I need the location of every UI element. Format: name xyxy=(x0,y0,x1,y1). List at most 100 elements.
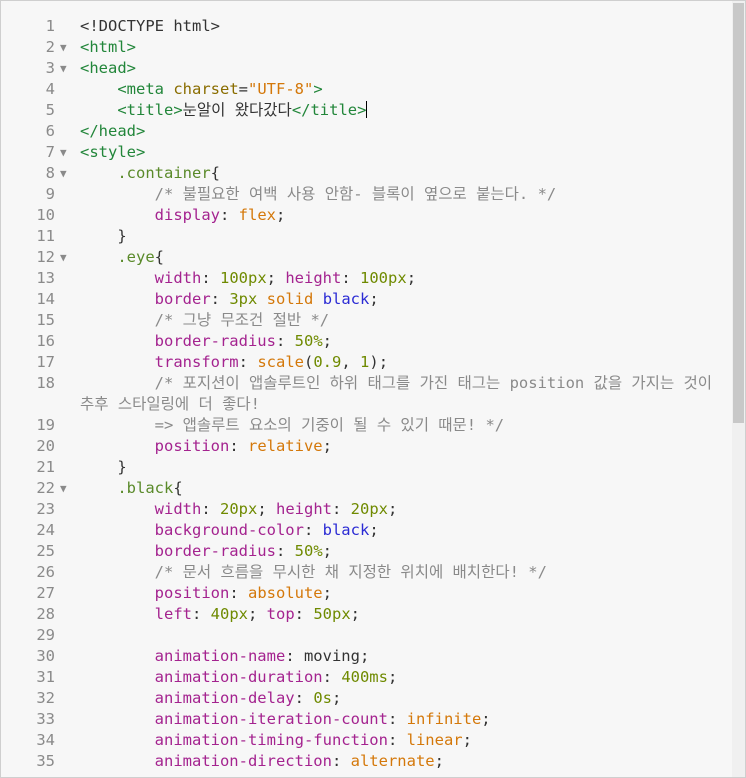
fold-arrow-icon[interactable]: ▼ xyxy=(60,142,67,163)
code-token: 20px xyxy=(220,500,258,518)
code-line[interactable]: 9 /* 불필요한 여백 사용 안함- 블록이 옆으로 붙는다. */ xyxy=(1,184,731,205)
code-token: /* 포지션이 앱솔루트인 하위 태그를 가진 태그는 position 값을 … xyxy=(80,374,722,413)
code-line[interactable]: 10 display: flex; xyxy=(1,205,731,226)
code-token: absolute xyxy=(247,584,323,602)
code-text: .black{ xyxy=(80,478,731,499)
code-token: : xyxy=(229,584,248,602)
code-token: ; xyxy=(331,689,342,707)
code-line[interactable]: 3 ▼ <head> xyxy=(1,58,731,79)
code-line[interactable]: 14 border: 3px solid black; xyxy=(1,289,731,310)
fold-arrow-icon[interactable]: ▼ xyxy=(60,247,67,268)
code-line[interactable]: 1 <!DOCTYPE html> xyxy=(1,16,731,37)
code-text: position: absolute; xyxy=(80,583,731,604)
code-token: ; xyxy=(462,731,472,749)
code-line[interactable]: 4 <meta charset="UTF-8"> xyxy=(1,79,731,100)
code-text: /* 포지션이 앱솔루트인 하위 태그를 가진 태그는 position 값을 … xyxy=(80,373,731,415)
code-line[interactable]: 30 animation-name: moving; xyxy=(1,646,731,667)
line-number: 10 xyxy=(36,206,55,224)
code-line[interactable]: 7 ▼ <style> xyxy=(1,142,731,163)
scrollbar-thumb[interactable] xyxy=(733,3,744,423)
code-token: ; xyxy=(388,500,398,518)
code-token: : xyxy=(387,710,407,728)
line-number: 21 xyxy=(36,458,55,476)
code-line[interactable]: 24 background-color: black; xyxy=(1,520,731,541)
code-lines[interactable]: 1 <!DOCTYPE html> 2 ▼ <html> 3 ▼ <head> 4 <meta … xyxy=(1,16,731,772)
code-token: ; xyxy=(434,752,444,770)
line-number: 26 xyxy=(36,563,55,581)
code-token: ; xyxy=(247,605,267,623)
fold-arrow-icon[interactable]: ▼ xyxy=(60,478,67,499)
code-line[interactable]: 19 => 앱솔루트 요소의 기중이 될 수 있기 때문! */ xyxy=(1,415,731,436)
code-line[interactable]: 23 width: 20px; height: 20px; xyxy=(1,499,731,520)
code-line[interactable]: 26 /* 문서 흐름을 무시한 채 지정한 위치에 배치한다! */ xyxy=(1,562,731,583)
code-line[interactable]: 25 border-radius: 50%; xyxy=(1,541,731,562)
code-line[interactable]: 16 border-radius: 50%; xyxy=(1,331,731,352)
code-line[interactable]: 18 /* 포지션이 앱솔루트인 하위 태그를 가진 태그는 position … xyxy=(1,373,731,415)
code-token: border-radius xyxy=(154,542,276,560)
code-text: /* 문서 흐름을 무시한 채 지정한 위치에 배치한다! */ xyxy=(80,562,731,583)
code-line[interactable]: 5 <title>눈알이 왔다갔다</title> xyxy=(1,100,731,121)
vertical-scrollbar[interactable] xyxy=(732,1,745,777)
line-number: 22 xyxy=(36,479,55,497)
line-number: 35 xyxy=(36,752,55,770)
line-number: 31 xyxy=(36,668,55,686)
code-text: <style> xyxy=(80,142,731,163)
code-line[interactable]: 13 width: 100px; height: 100px; xyxy=(1,268,731,289)
code-token: animation-delay xyxy=(154,689,295,707)
fold-arrow-icon[interactable]: ▼ xyxy=(60,163,67,184)
code-line[interactable]: 22 ▼ .black{ xyxy=(1,478,731,499)
code-text: border-radius: 50%; xyxy=(80,541,731,562)
code-token: black xyxy=(322,290,370,308)
code-line[interactable]: 11 } xyxy=(1,226,731,247)
code-line[interactable]: 21 } xyxy=(1,457,731,478)
code-line[interactable]: 35 animation-direction: alternate; xyxy=(1,751,731,772)
code-text: <title>눈알이 왔다갔다</title> xyxy=(80,100,731,121)
fold-arrow-icon[interactable]: ▼ xyxy=(60,58,67,79)
code-text: transform: scale(0.9, 1); xyxy=(80,352,731,373)
code-token: left xyxy=(154,605,192,623)
code-line[interactable]: 20 position: relative; xyxy=(1,436,731,457)
code-line[interactable]: 33 animation-iteration-count: infinite; xyxy=(1,709,731,730)
line-number: 25 xyxy=(36,542,55,560)
code-line[interactable]: 8 ▼ .container{ xyxy=(1,163,731,184)
code-token: transform xyxy=(154,353,239,371)
code-line[interactable]: 34 animation-timing-function: linear; xyxy=(1,730,731,751)
code-line[interactable]: 27 position: absolute; xyxy=(1,583,731,604)
code-token: : xyxy=(210,290,230,308)
code-token: display xyxy=(154,206,220,224)
code-line[interactable]: 31 animation-duration: 400ms; xyxy=(1,667,731,688)
code-token: charset xyxy=(173,80,239,98)
code-token: <html> xyxy=(80,38,136,56)
code-line[interactable]: 12 ▼ .eye{ xyxy=(1,247,731,268)
code-line[interactable]: 29 xyxy=(1,625,731,646)
code-token: : xyxy=(275,332,295,350)
code-line[interactable]: 32 animation-delay: 0s; xyxy=(1,688,731,709)
code-line[interactable]: 15 /* 그냥 무조건 절반 */ xyxy=(1,310,731,331)
code-line[interactable]: 28 left: 40px; top: 50px; xyxy=(1,604,731,625)
code-text: .eye{ xyxy=(80,247,731,268)
code-text: width: 100px; height: 100px; xyxy=(80,268,731,289)
code-line[interactable]: 17 transform: scale(0.9, 1); xyxy=(1,352,731,373)
code-token: 50% xyxy=(294,332,323,350)
code-line[interactable]: 2 ▼ <html> xyxy=(1,37,731,58)
code-token: <meta xyxy=(117,80,174,98)
code-token: 20px xyxy=(350,500,388,518)
fold-arrow-icon[interactable]: ▼ xyxy=(60,37,67,58)
code-line[interactable]: 6 </head> xyxy=(1,121,731,142)
code-editor[interactable]: 1 <!DOCTYPE html> 2 ▼ <html> 3 ▼ <head> 4 <meta … xyxy=(0,0,746,778)
code-token: ; xyxy=(266,269,286,287)
code-text: animation-delay: 0s; xyxy=(80,688,731,709)
line-number: 33 xyxy=(36,710,55,728)
code-text: left: 40px; top: 50px; xyxy=(80,604,731,625)
code-token: : xyxy=(229,437,248,455)
code-token: => 앱솔루트 요소의 기중이 될 수 있기 때문! */ xyxy=(154,416,505,434)
